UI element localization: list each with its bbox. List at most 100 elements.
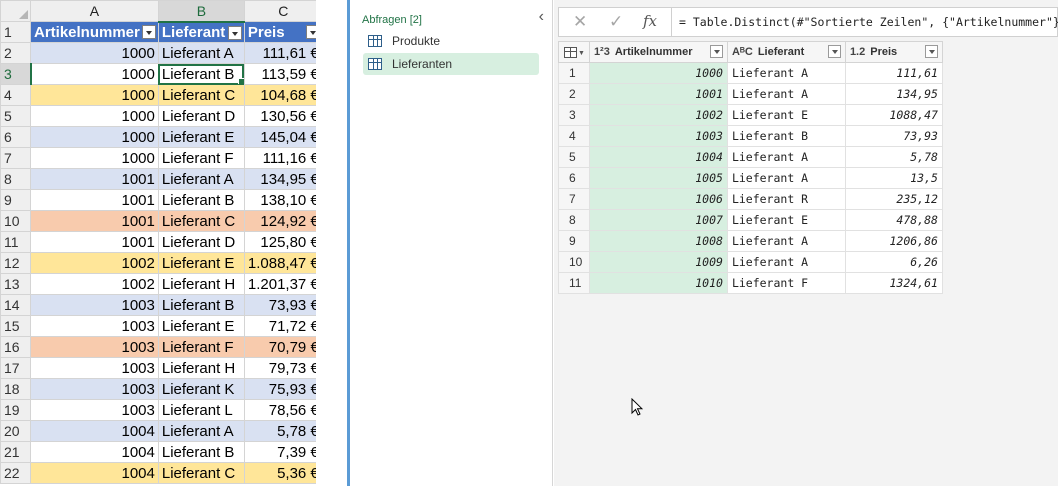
cell-preis[interactable]: 1324,61 <box>844 272 943 294</box>
row-number[interactable]: 1 <box>558 62 590 84</box>
column-header-artikelnummer[interactable]: 1²3 Artikelnummer <box>588 41 728 63</box>
column-filter-icon[interactable] <box>709 45 723 58</box>
cell-lieferant[interactable]: Lieferant F <box>157 147 245 169</box>
row-header[interactable]: 13 <box>0 273 31 295</box>
cell-preis[interactable]: 111,61 <box>844 62 943 84</box>
cell-artikelnummer[interactable]: 1004 <box>30 462 159 484</box>
cell-lieferant[interactable]: Lieferant C <box>157 462 245 484</box>
cell-lieferant[interactable]: Lieferant B <box>157 189 245 211</box>
cell-artikelnummer[interactable]: 1003 <box>30 336 159 358</box>
row-number[interactable]: 9 <box>558 230 590 252</box>
cell-preis[interactable]: 75,93 € <box>243 378 323 400</box>
cell-preis[interactable]: 138,10 € <box>243 189 323 211</box>
cell-artikelnummer[interactable]: 1005 <box>588 167 728 189</box>
row-header[interactable]: 14 <box>0 294 31 316</box>
cell-preis[interactable]: 73,93 € <box>243 294 323 316</box>
cell-preis[interactable]: 5,78 <box>844 146 943 168</box>
cell-preis[interactable]: 71,72 € <box>243 315 323 337</box>
cell-preis[interactable]: 73,93 <box>844 125 943 147</box>
column-header-c[interactable]: C <box>243 0 323 22</box>
cell-preis[interactable]: 79,73 € <box>243 357 323 379</box>
cell-preis[interactable]: 7,39 € <box>243 441 323 463</box>
column-header-b[interactable]: B <box>157 0 245 23</box>
cell-preis[interactable]: 13,5 <box>844 167 943 189</box>
table-menu-button[interactable]: ▼ <box>558 41 590 63</box>
row-header[interactable]: 21 <box>0 441 31 463</box>
cell-preis[interactable]: 104,68 € <box>243 84 323 106</box>
cell-preis[interactable]: 134,95 € <box>243 168 323 190</box>
cell-artikelnummer[interactable]: 1003 <box>30 399 159 421</box>
filter-dropdown-icon[interactable] <box>141 25 156 39</box>
cell-lieferant[interactable]: Lieferant E <box>726 104 846 126</box>
cell-preis[interactable]: 130,56 € <box>243 105 323 127</box>
cell-lieferant[interactable]: Lieferant A <box>726 62 846 84</box>
cell-preis[interactable]: 111,61 € <box>243 42 323 64</box>
cell-preis[interactable]: 1206,86 <box>844 230 943 252</box>
cell-lieferant[interactable]: Lieferant E <box>157 315 245 337</box>
cell-artikelnummer[interactable]: 1003 <box>30 315 159 337</box>
cell-lieferant[interactable]: Lieferant H <box>157 357 245 379</box>
cell-lieferant[interactable]: Lieferant D <box>157 105 245 127</box>
chevron-left-icon[interactable]: ‹ <box>539 8 544 26</box>
cell-lieferant[interactable]: Lieferant E <box>157 252 245 274</box>
cell-artikelnummer[interactable]: 1007 <box>588 209 728 231</box>
cell-preis[interactable]: 111,16 € <box>243 147 323 169</box>
column-header-a[interactable]: A <box>30 0 159 22</box>
row-header[interactable]: 8 <box>0 168 31 190</box>
cell-lieferant[interactable]: Lieferant R <box>726 188 846 210</box>
filter-dropdown-icon[interactable] <box>227 25 242 40</box>
row-header[interactable]: 4 <box>0 84 31 106</box>
row-number[interactable]: 6 <box>558 167 590 189</box>
cell-artikelnummer[interactable]: 1010 <box>588 272 728 294</box>
cell-lieferant[interactable]: Lieferant E <box>157 126 245 148</box>
cancel-icon[interactable]: ✕ <box>573 12 587 32</box>
row-number[interactable]: 8 <box>558 209 590 231</box>
cell-lieferant[interactable]: Lieferant F <box>726 272 846 294</box>
cell-lieferant[interactable]: Lieferant L <box>157 399 245 421</box>
cell-artikelnummer[interactable]: 1000 <box>30 63 159 85</box>
column-header-lieferant[interactable]: AᴮC Lieferant <box>726 41 846 63</box>
cell-artikelnummer[interactable]: 1000 <box>30 42 159 64</box>
cell-lieferant[interactable]: Lieferant A <box>157 42 245 64</box>
cell-lieferant[interactable]: Lieferant H <box>157 273 245 295</box>
table-header-artikelnummer[interactable]: Artikelnummer <box>30 21 159 43</box>
cell-lieferant[interactable]: Lieferant B <box>157 441 245 463</box>
row-header[interactable]: 15 <box>0 315 31 337</box>
cell-preis[interactable]: 5,36 € <box>243 462 323 484</box>
cell-preis[interactable]: 5,78 € <box>243 420 323 442</box>
cell-artikelnummer[interactable]: 1002 <box>588 104 728 126</box>
column-filter-icon[interactable] <box>924 45 938 58</box>
cell-artikelnummer[interactable]: 1001 <box>30 189 159 211</box>
row-header[interactable]: 2 <box>0 42 31 64</box>
cell-artikelnummer[interactable]: 1004 <box>30 420 159 442</box>
cell-artikelnummer[interactable]: 1003 <box>30 294 159 316</box>
row-header[interactable]: 22 <box>0 462 31 484</box>
row-header[interactable]: 9 <box>0 189 31 211</box>
cell-artikelnummer[interactable]: 1000 <box>588 62 728 84</box>
cell-preis[interactable]: 124,92 € <box>243 210 323 232</box>
cell-lieferant[interactable]: Lieferant E <box>726 209 846 231</box>
cell-artikelnummer[interactable]: 1006 <box>588 188 728 210</box>
row-number[interactable]: 3 <box>558 104 590 126</box>
table-header-preis[interactable]: Preis <box>243 21 323 43</box>
row-number[interactable]: 4 <box>558 125 590 147</box>
cell-artikelnummer[interactable]: 1000 <box>30 105 159 127</box>
select-all-corner[interactable] <box>0 0 31 22</box>
row-header[interactable]: 5 <box>0 105 31 127</box>
row-header[interactable]: 10 <box>0 210 31 232</box>
row-header[interactable]: 6 <box>0 126 31 148</box>
cell-lieferant[interactable]: Lieferant B <box>726 125 846 147</box>
cell-lieferant[interactable]: Lieferant K <box>157 378 245 400</box>
cell-lieferant[interactable]: Lieferant A <box>726 251 846 273</box>
cell-preis[interactable]: 6,26 <box>844 251 943 273</box>
table-header-lieferant[interactable]: Lieferant <box>157 21 245 43</box>
formula-input[interactable]: = Table.Distinct(#"Sortierte Zeilen", {"… <box>679 15 1058 29</box>
cell-lieferant[interactable]: Lieferant A <box>726 83 846 105</box>
cell-lieferant[interactable]: Lieferant C <box>157 210 245 232</box>
sheet-empty-area[interactable] <box>316 0 347 486</box>
decimal-type-icon[interactable]: 1.2 <box>850 46 865 58</box>
cell-artikelnummer[interactable]: 1003 <box>30 357 159 379</box>
query-item-lieferanten[interactable]: Lieferanten <box>363 53 539 75</box>
cell-artikelnummer[interactable]: 1002 <box>30 273 159 295</box>
row-header[interactable]: 19 <box>0 399 31 421</box>
